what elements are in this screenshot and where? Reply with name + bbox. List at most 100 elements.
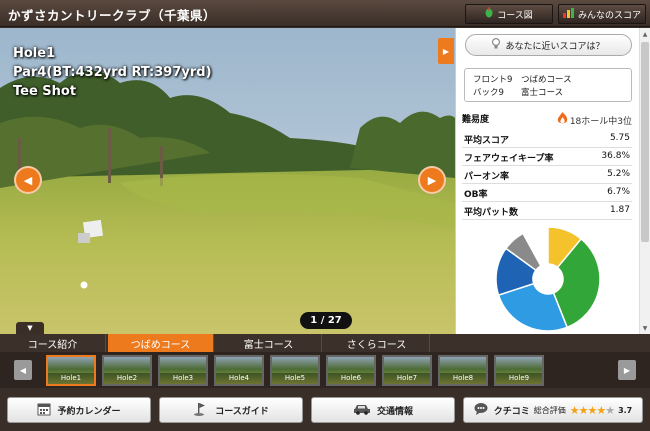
chevron-left-icon: ◀ bbox=[19, 365, 27, 375]
page-title: かずさカントリークラブ（千葉県） bbox=[8, 8, 217, 23]
tab-fuji[interactable]: 富士コース bbox=[216, 334, 322, 352]
stat-value: 36.8% bbox=[601, 151, 630, 161]
stat-row: 平均パット数 1.87 bbox=[462, 202, 632, 220]
hole-thumbnail[interactable]: Hole9 bbox=[494, 355, 544, 386]
stat-value: 5.2% bbox=[607, 169, 630, 179]
thumb-label: Hole8 bbox=[440, 373, 486, 384]
hole-thumbnail[interactable]: Hole5 bbox=[270, 355, 320, 386]
tee-value: 富士コース bbox=[521, 88, 564, 98]
lightbulb-icon bbox=[492, 38, 501, 52]
course-map-button[interactable]: コース図 bbox=[465, 4, 553, 24]
photo-counter: 1 / 27 bbox=[300, 312, 352, 329]
speech-bubble-icon bbox=[474, 402, 490, 419]
stat-row: フェアウェイキープ率 36.8% bbox=[462, 148, 632, 166]
difficulty-row: 難易度 18ホール中3位 bbox=[462, 112, 632, 130]
panel-scrollbar[interactable]: ▲ ▼ bbox=[639, 28, 650, 334]
tab-label: コース紹介 bbox=[27, 339, 78, 351]
course-guide-label: コースガイド bbox=[215, 406, 269, 417]
hole-thumbnail[interactable]: Hole2 bbox=[102, 355, 152, 386]
stat-label: フェアウェイキープ率 bbox=[464, 154, 554, 164]
tab-label: さくらコース bbox=[346, 339, 407, 351]
hole-thumbnail[interactable]: Hole3 bbox=[158, 355, 208, 386]
hole-par-distance: Par4(BT:432yrd RT:397yrd) bbox=[13, 65, 212, 80]
chevron-left-icon: ◀ bbox=[23, 173, 33, 187]
flame-icon bbox=[557, 112, 568, 128]
bar-chart-icon bbox=[562, 7, 574, 21]
golf-flag-icon bbox=[193, 402, 209, 419]
stat-label: 平均パット数 bbox=[464, 208, 519, 218]
hole-thumbnail-strip: ◀ Hole1 Hole2 Hole3 Hole4 Hole5 Hole6 Ho… bbox=[0, 352, 650, 388]
scroll-down-icon[interactable]: ▼ bbox=[640, 322, 650, 334]
tee-value: つばめコース bbox=[521, 75, 572, 85]
flag-icon bbox=[485, 7, 493, 21]
thumb-label: Hole2 bbox=[104, 373, 150, 384]
tab-course-intro[interactable]: コース紹介 bbox=[0, 334, 106, 352]
car-icon bbox=[353, 403, 371, 418]
stat-value: 6.7% bbox=[607, 187, 630, 197]
header-bar: かずさカントリークラブ（千葉県） コース図 みんなのスコア bbox=[0, 0, 650, 27]
tee-row-back: バック9 富士コース bbox=[473, 86, 563, 100]
difficulty-rank-text: 18ホール中3位 bbox=[569, 116, 632, 127]
course-tabs: コース紹介 つばめコース 富士コース さくらコース bbox=[0, 334, 650, 352]
hole-thumbnail[interactable]: Hole1 bbox=[46, 355, 96, 386]
review-label: クチコミ bbox=[493, 406, 530, 417]
tab-label: 富士コース bbox=[243, 339, 294, 351]
scroll-thumb[interactable] bbox=[641, 42, 649, 242]
thumbnail-toggle[interactable]: ▼ bbox=[16, 322, 44, 334]
difficulty-label: 難易度 bbox=[462, 115, 490, 125]
thumb-label: Hole9 bbox=[496, 373, 542, 384]
thumb-label: Hole5 bbox=[272, 373, 318, 384]
stat-row: 平均スコア 5.75 bbox=[462, 130, 632, 148]
triangle-down-icon: ▼ bbox=[27, 324, 33, 332]
near-score-label: あなたに近いスコアは？ bbox=[505, 41, 605, 52]
calendar-icon bbox=[37, 402, 51, 419]
reservation-calendar-button[interactable]: 予約カレンダー bbox=[7, 397, 151, 423]
thumb-label: Hole3 bbox=[160, 373, 206, 384]
tab-sakura[interactable]: さくらコース bbox=[324, 334, 430, 352]
stat-label: パーオン率 bbox=[464, 172, 510, 182]
traffic-label: 交通情報 bbox=[376, 406, 413, 417]
stat-label: 平均スコア bbox=[464, 136, 510, 146]
stats-panel: あなたに近いスコアは？ フロント9 つばめコース バック9 富士コース 難易度 … bbox=[455, 28, 650, 334]
difficulty-rank: 18ホール中3位 bbox=[557, 112, 632, 128]
review-button[interactable]: クチコミ 総合評価 ★★★★★ 3.7 bbox=[463, 397, 643, 423]
everyone-score-button[interactable]: みんなのスコア bbox=[558, 4, 646, 24]
thumb-label: Hole6 bbox=[328, 373, 374, 384]
thumbs-prev-button[interactable]: ◀ bbox=[14, 360, 32, 380]
traffic-info-button[interactable]: 交通情報 bbox=[311, 397, 455, 423]
everyone-score-label: みんなのスコア bbox=[577, 10, 641, 21]
stat-value: 1.87 bbox=[609, 205, 630, 215]
thumb-label: Hole7 bbox=[384, 373, 430, 384]
stat-label: OB率 bbox=[464, 190, 488, 200]
tee-key: バック9 bbox=[473, 88, 504, 98]
prev-photo-button[interactable]: ◀ bbox=[14, 166, 42, 194]
app-root: かずさカントリークラブ（千葉県） コース図 みんなのスコア Hole1 Par4… bbox=[0, 0, 650, 431]
thumbs-next-button[interactable]: ▶ bbox=[618, 360, 636, 380]
stat-value: 5.75 bbox=[609, 133, 630, 143]
tee-key: フロント9 bbox=[473, 75, 513, 85]
hole-info: Hole1 Par4(BT:432yrd RT:397yrd) Tee Shot bbox=[13, 44, 212, 101]
bottom-bar: 予約カレンダー コースガイド 交通情報 クチコミ 総合評価 ★★★★★ 3.7 bbox=[0, 389, 650, 431]
rating-label: 総合評価 bbox=[533, 405, 566, 415]
course-map-label: コース図 bbox=[497, 10, 533, 21]
scroll-up-icon[interactable]: ▲ bbox=[640, 28, 650, 40]
stat-row: パーオン率 5.2% bbox=[462, 166, 632, 184]
hole-thumbnail[interactable]: Hole8 bbox=[438, 355, 488, 386]
hole-thumbnail[interactable]: Hole7 bbox=[382, 355, 432, 386]
score-distribution-donut bbox=[495, 226, 601, 332]
next-photo-button[interactable]: ▶ bbox=[418, 166, 446, 194]
hole-number: Hole1 bbox=[13, 46, 56, 61]
hole-thumbnail[interactable]: Hole4 bbox=[214, 355, 264, 386]
chevron-right-icon: ▶ bbox=[623, 365, 631, 375]
course-guide-button[interactable]: コースガイド bbox=[159, 397, 303, 423]
rating-value: 3.7 bbox=[618, 405, 633, 415]
near-score-button[interactable]: あなたに近いスコアは？ bbox=[465, 34, 632, 56]
chevron-right-icon: ▶ bbox=[427, 173, 437, 187]
hole-thumbnail[interactable]: Hole6 bbox=[326, 355, 376, 386]
panel-collapse-tab[interactable]: ▶ bbox=[438, 38, 454, 64]
calendar-label: 予約カレンダー bbox=[57, 406, 121, 417]
thumb-label: Hole1 bbox=[48, 373, 94, 384]
tee-selection-box: フロント9 つばめコース バック9 富士コース bbox=[464, 68, 632, 102]
tab-tsubame[interactable]: つばめコース bbox=[108, 334, 214, 352]
thumb-label: Hole4 bbox=[216, 373, 262, 384]
